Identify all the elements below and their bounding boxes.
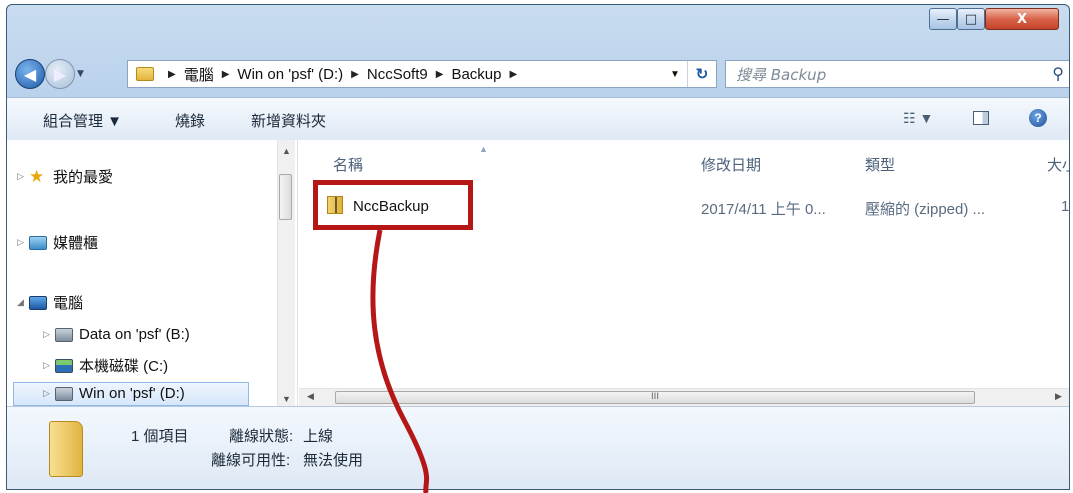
nav-item-label: 電腦	[53, 295, 84, 312]
navigation-bar: ◀ ▶ ▼ ▶ 電腦 ▶ Win on 'psf' (D:) ▶ NccSoft…	[11, 57, 1069, 91]
nav-item-favorites[interactable]: ▷ ★ 我的最愛	[17, 166, 113, 187]
help-icon[interactable]: ?	[1029, 109, 1047, 127]
chevron-right-icon[interactable]: ▶	[351, 69, 359, 80]
breadcrumb-backup[interactable]: Backup	[451, 66, 501, 83]
column-header-type[interactable]: 類型	[865, 154, 895, 175]
chevron-right-icon[interactable]: ▶	[168, 69, 176, 80]
nav-scroll-thumb[interactable]	[279, 174, 292, 220]
file-type: 壓縮的 (zipped) ...	[865, 201, 986, 218]
command-bar: 組合管理 ▼ 燒錄 新增資料夾 ☷ ▼ ?	[7, 97, 1069, 141]
organize-menu[interactable]: 組合管理 ▼	[43, 110, 122, 131]
nav-item-label: Win on 'psf' (D:)	[79, 385, 185, 402]
details-pane: 1 個項目 離線狀態: 上線 離線可用性: 無法使用	[7, 406, 1069, 489]
expand-icon[interactable]: ▷	[43, 329, 55, 340]
address-dropdown-icon[interactable]: ▼	[664, 61, 686, 87]
search-input[interactable]: 搜尋 Backup ⚲	[725, 60, 1069, 88]
minimize-button[interactable]: —	[929, 8, 957, 30]
column-header-size[interactable]: 大小	[1047, 154, 1069, 175]
item-count: 1 個項目	[131, 428, 189, 445]
breadcrumb-nccsoft9[interactable]: NccSoft9	[367, 66, 428, 83]
back-button[interactable]: ◀	[15, 59, 45, 89]
offline-status-label: 離線狀態:	[229, 428, 294, 445]
expand-icon[interactable]: ▷	[43, 360, 55, 371]
nav-item-drive-b[interactable]: ▷ Data on 'psf' (B:)	[43, 326, 190, 343]
refresh-icon[interactable]: ↻	[687, 61, 716, 87]
chevron-right-icon[interactable]: ▶	[436, 69, 444, 80]
offline-availability-label: 離線可用性:	[211, 452, 291, 469]
preview-pane-icon[interactable]	[973, 111, 989, 125]
search-placeholder: 搜尋 Backup	[736, 65, 827, 84]
nav-item-drive-c[interactable]: ▷ 本機磁碟 (C:)	[43, 355, 168, 376]
content-area: ▷ ★ 我的最愛 ▷ 媒體櫃 ◢ 電腦 ▷ Data on 'psf' (B:)…	[7, 140, 1070, 407]
nav-item-computer[interactable]: ◢ 電腦	[17, 292, 83, 313]
chevron-right-icon[interactable]: ▶	[222, 69, 230, 80]
highlight-box	[313, 180, 473, 230]
scroll-up-icon[interactable]: ▲	[282, 146, 291, 156]
collapse-icon[interactable]: ◢	[17, 297, 29, 308]
navigation-pane: ▷ ★ 我的最愛 ▷ 媒體櫃 ◢ 電腦 ▷ Data on 'psf' (B:)…	[7, 140, 298, 406]
file-size: 16	[1061, 198, 1070, 215]
new-folder-button[interactable]: 新增資料夾	[251, 110, 326, 131]
star-icon: ★	[29, 166, 45, 186]
nav-item-label: 媒體櫃	[53, 235, 99, 252]
folder-icon	[136, 67, 154, 81]
horizontal-scroll-thumb[interactable]: III	[335, 391, 975, 404]
breadcrumb-computer[interactable]: 電腦	[184, 64, 214, 85]
nav-item-libraries[interactable]: ▷ 媒體櫃	[17, 232, 98, 253]
nav-item-label: 本機磁碟 (C:)	[79, 358, 169, 375]
local-disk-icon	[55, 358, 73, 373]
expand-icon[interactable]: ▷	[17, 237, 29, 248]
scroll-right-icon[interactable]: ▶	[1055, 392, 1062, 402]
nav-item-drive-d[interactable]: ▷ Win on 'psf' (D:)	[43, 385, 185, 402]
maximize-button[interactable]: □	[957, 8, 985, 30]
computer-icon	[29, 295, 47, 310]
breadcrumb-drive-d[interactable]: Win on 'psf' (D:)	[237, 66, 343, 83]
offline-availability-value: 無法使用	[303, 452, 364, 469]
offline-status-value: 上線	[303, 428, 334, 445]
chevron-right-icon[interactable]: ▶	[509, 69, 517, 80]
column-header-name[interactable]: 名稱	[333, 154, 363, 175]
explorer-window: — □ X ◀ ▶ ▼ ▶ 電腦 ▶ Win on 'psf' (D:) ▶ N…	[6, 4, 1070, 490]
file-horizontal-scrollbar[interactable]: ◀ III ▶	[299, 388, 1069, 407]
expand-icon[interactable]: ▷	[43, 388, 55, 399]
history-dropdown-icon[interactable]: ▼	[77, 69, 84, 79]
view-options-icon[interactable]: ☷ ▼	[903, 110, 933, 127]
nav-item-label: Data on 'psf' (B:)	[79, 326, 190, 343]
close-button[interactable]: X	[985, 8, 1059, 30]
network-drive-icon	[55, 327, 73, 342]
forward-button[interactable]: ▶	[45, 59, 75, 89]
burn-button[interactable]: 燒錄	[175, 110, 205, 131]
expand-icon[interactable]: ▷	[17, 171, 29, 182]
search-icon[interactable]: ⚲	[1052, 64, 1064, 83]
library-icon	[29, 235, 47, 250]
nav-item-label: 我的最愛	[53, 169, 114, 186]
network-drive-icon	[55, 386, 73, 401]
column-header-modified[interactable]: 修改日期	[701, 154, 761, 175]
title-bar: — □ X	[7, 5, 1069, 49]
scroll-left-icon[interactable]: ◀	[307, 392, 314, 402]
address-bar[interactable]: ▶ 電腦 ▶ Win on 'psf' (D:) ▶ NccSoft9 ▶ Ba…	[127, 60, 717, 88]
file-modified: 2017/4/11 上午 0...	[701, 201, 826, 218]
sort-ascending-icon: ▲	[479, 144, 488, 154]
folder-icon	[49, 421, 83, 477]
scroll-down-icon[interactable]: ▼	[282, 394, 291, 404]
